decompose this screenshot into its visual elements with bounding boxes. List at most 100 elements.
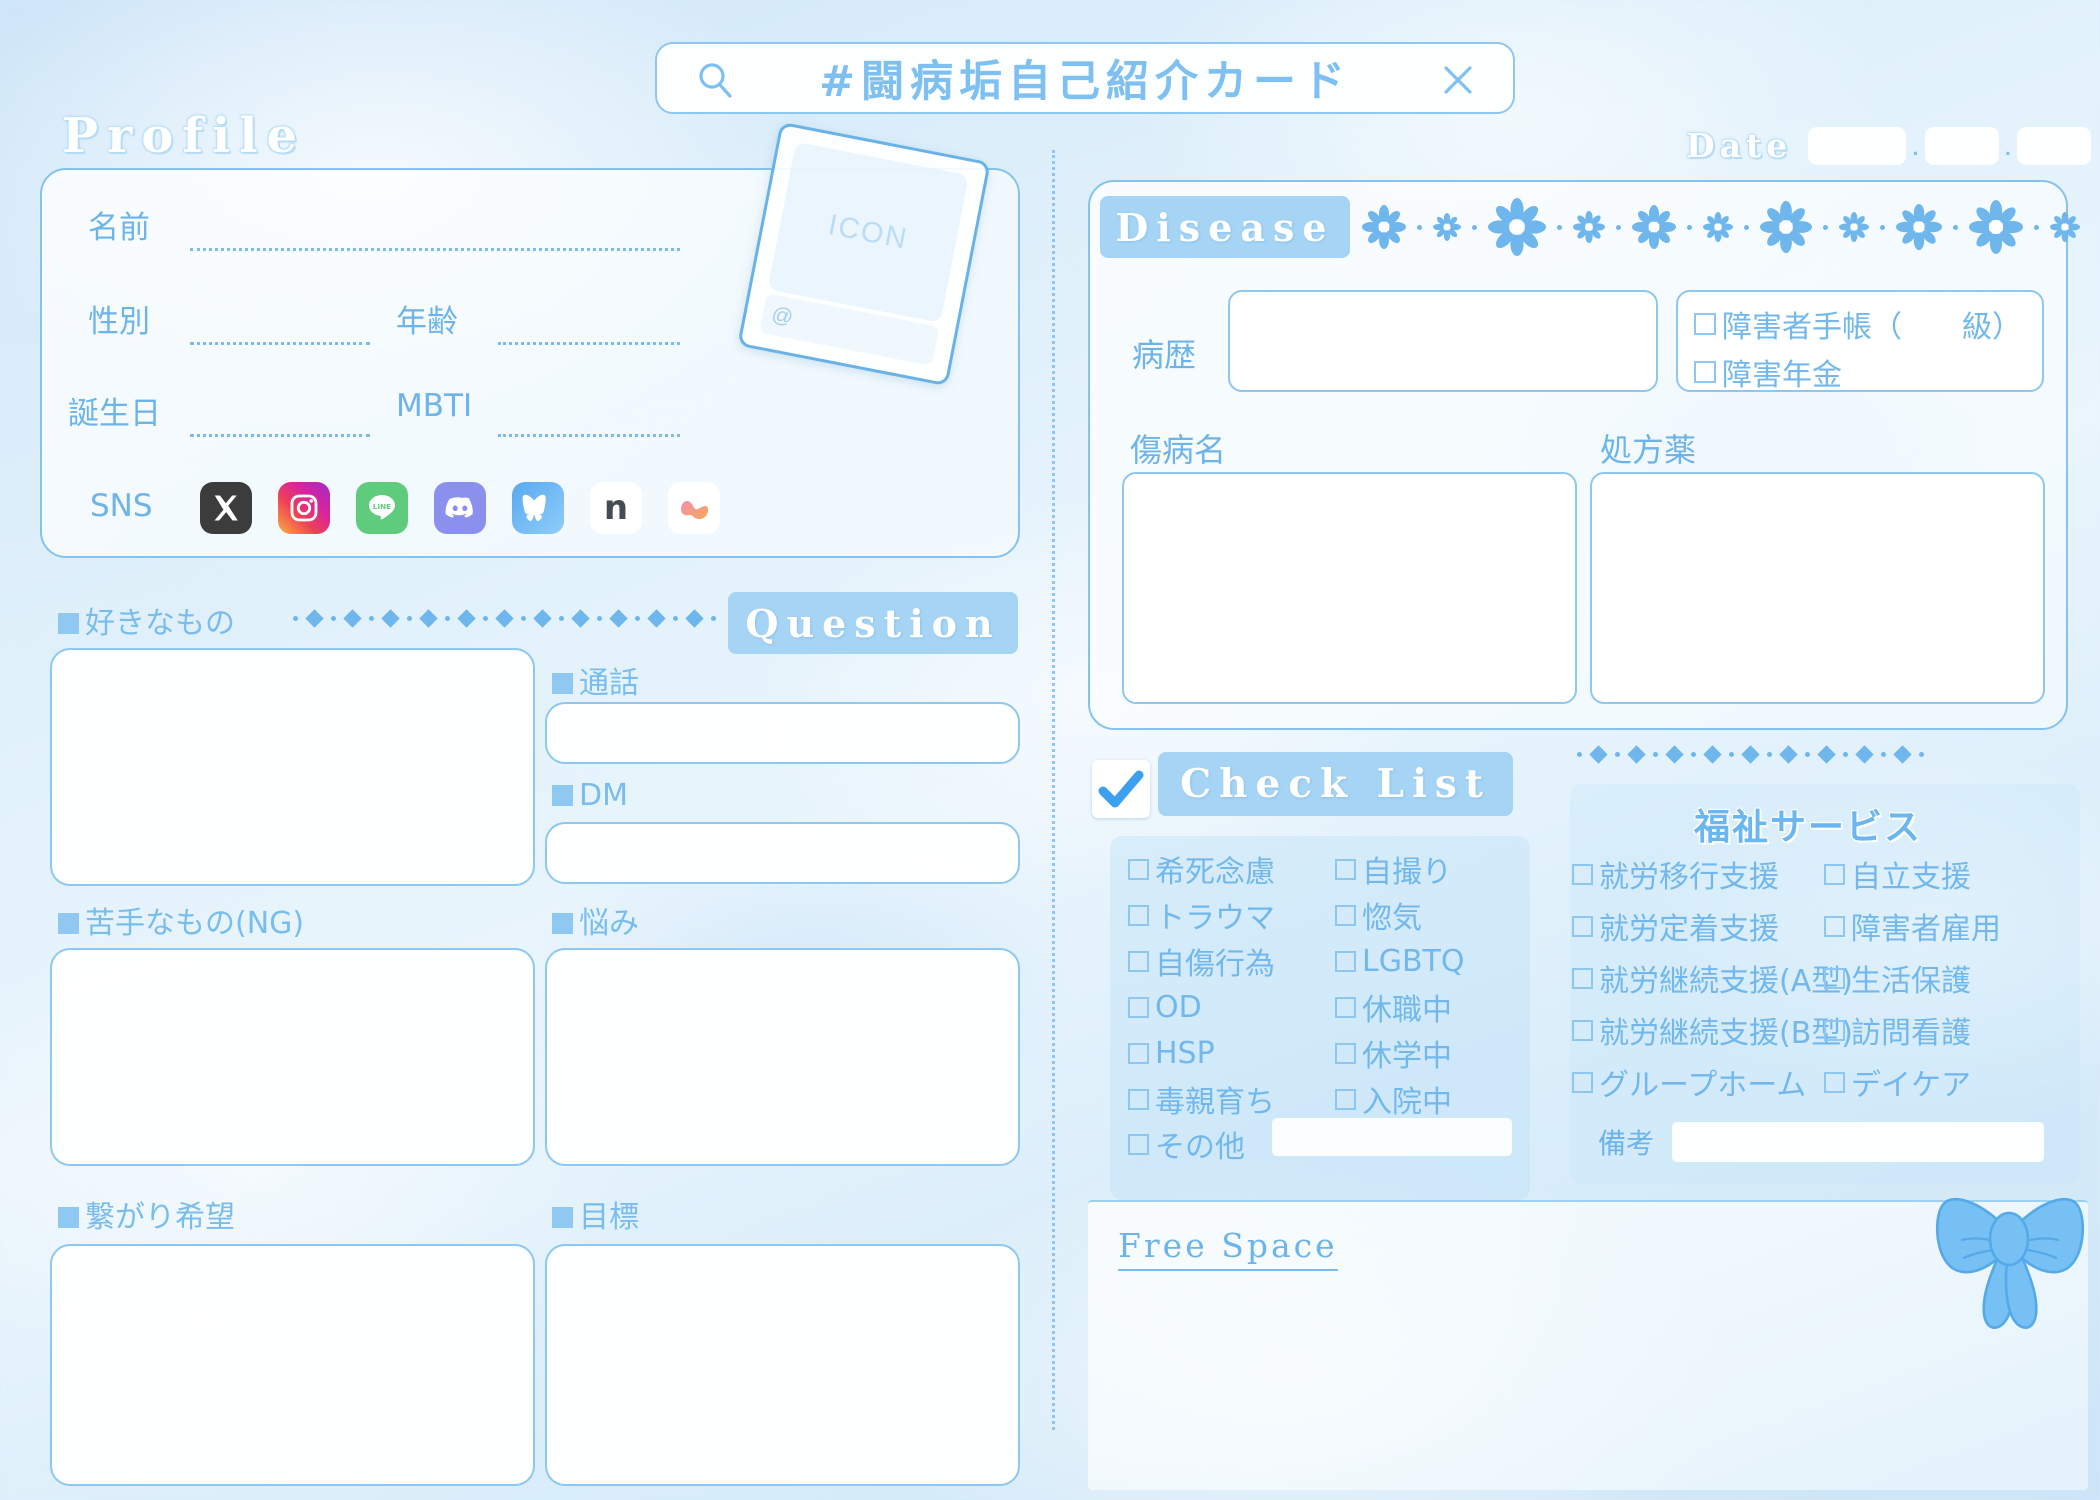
date-separator-2: . [2003,128,2012,162]
date-month-input[interactable] [1924,126,1999,165]
disease-history-input[interactable] [1228,290,1658,392]
checkbox-box[interactable] [1824,1019,1845,1041]
bluesky-icon[interactable] [512,482,564,534]
checklist-item[interactable]: LGBTQ [1335,938,1464,984]
question-input-call[interactable] [545,702,1020,764]
checkbox-box[interactable] [1335,1088,1356,1110]
dislikes-input[interactable] [50,948,535,1166]
date-day-input[interactable] [2016,126,2091,165]
checklist-item[interactable]: 休職中 [1335,984,1464,1030]
question-heading-call: 通話 [552,658,639,702]
checklist-item[interactable]: OD [1128,984,1275,1030]
welfare-label: グループホーム [1599,1068,1807,1103]
likes-heading: 好きなもの [58,598,235,642]
search-bar[interactable]: #闘病垢自己紹介カード [655,42,1515,114]
checkbox-box[interactable] [1572,967,1593,989]
checkbox-box[interactable] [1572,1071,1593,1093]
checklist-item[interactable]: 毒親育ち [1128,1076,1275,1122]
welfare-item[interactable]: 就労移行支援 [1572,848,1853,900]
medicine-input[interactable] [1590,472,2045,704]
column-divider [1052,150,1055,1430]
close-icon[interactable] [1441,63,1475,97]
checkbox-box[interactable] [1572,915,1593,937]
note-icon[interactable]: n [590,482,642,534]
checklist-item-other[interactable]: その他 [1128,1122,1245,1166]
x-twitter-icon[interactable] [200,482,252,534]
checklist-item[interactable]: 休学中 [1335,1030,1464,1076]
profile-input-age[interactable] [498,342,680,345]
profile-input-name[interactable] [190,248,680,251]
icon-polaroid-card[interactable]: ICON @ [737,121,991,387]
checkbox-box[interactable] [1694,361,1716,383]
profile-label-name: 名前 [88,210,150,246]
checkbox-box[interactable] [1694,313,1716,335]
checkbox-box[interactable] [1824,863,1845,885]
profile-input-gender[interactable] [190,342,370,345]
checklist-item[interactable]: 惚気 [1335,892,1464,938]
welfare-label: 就労移行支援 [1599,860,1779,895]
instagram-icon[interactable] [278,482,330,534]
welfare-item[interactable]: 就労継続支援(A型) [1572,952,1853,1004]
checklist-item[interactable]: 入院中 [1335,1076,1464,1122]
dislikes-heading: 苦手なもの(NG) [58,898,304,942]
checkbox-disability-certificate[interactable]: 障害者手帳（ 級） [1694,302,2022,346]
welfare-item[interactable]: 障害者雇用 [1824,900,2001,952]
checkbox-box[interactable] [1128,950,1149,972]
welfare-col-left: 就労移行支援 就労定着支援 就労継続支援(A型) 就労継続支援(B型) グループ… [1572,848,1853,1108]
checkbox-box[interactable] [1335,858,1356,880]
checkbox-box[interactable] [1824,1071,1845,1093]
checklist-item[interactable]: 自撮り [1335,846,1464,892]
welfare-item[interactable]: 訪問看護 [1824,1004,2001,1056]
connect-input[interactable] [50,1244,535,1486]
profile-input-birthday[interactable] [190,434,370,437]
welfare-label: 就労定着支援 [1599,912,1779,947]
welfare-item[interactable]: デイケア [1824,1056,2001,1108]
checkbox-box[interactable] [1335,904,1356,926]
icon-placeholder[interactable]: ICON [767,141,969,323]
search-icon[interactable] [695,60,735,100]
checkbox-box[interactable] [1824,915,1845,937]
checklist-item[interactable]: HSP [1128,1030,1275,1076]
medicine-label: 処方薬 [1600,431,1697,469]
checklist-label: 休職中 [1362,993,1452,1028]
checkbox-box[interactable] [1128,1042,1149,1064]
checkbox-box[interactable] [1572,1019,1593,1041]
profile-input-mbti[interactable] [498,434,680,437]
illness-input[interactable] [1122,472,1577,704]
date-year-input[interactable] [1808,126,1907,165]
ribbon-bow-icon [1912,1148,2100,1338]
checklist-item[interactable]: 自傷行為 [1128,938,1275,984]
checkbox-box[interactable] [1128,904,1149,926]
checkbox-box[interactable] [1128,1133,1149,1155]
welfare-item[interactable]: 就労継続支援(B型) [1572,1004,1853,1056]
date-label: Date [1686,126,1793,165]
welfare-item[interactable]: 生活保護 [1824,952,2001,1004]
line-icon[interactable]: LINE [356,482,408,534]
welfare-item[interactable]: 自立支援 [1824,848,2001,900]
checkbox-box[interactable] [1335,996,1356,1018]
question-input-goal[interactable] [545,1244,1020,1486]
question-input-dm[interactable] [545,822,1020,884]
discord-icon[interactable] [434,482,486,534]
checkbox-box[interactable] [1572,863,1593,885]
checkbox-box[interactable] [1335,1042,1356,1064]
checkbox-disability-pension[interactable]: 障害年金 [1694,350,1842,394]
checklist-label: LGBTQ [1362,943,1465,979]
checkbox-box[interactable] [1335,950,1356,972]
checkbox-box[interactable] [1824,967,1845,989]
sns-label: SNS [90,488,153,524]
welfare-item[interactable]: グループホーム [1572,1056,1853,1108]
card-title: #闘病垢自己紹介カード [818,57,1352,107]
date-field: Date . . [1686,126,2091,165]
checkbox-box[interactable] [1128,996,1149,1018]
checkbox-box[interactable] [1128,858,1149,880]
checklist-item[interactable]: 希死念慮 [1128,846,1275,892]
checkbox-box[interactable] [1128,1088,1149,1110]
likes-input[interactable] [50,648,535,886]
welfare-item[interactable]: 就労定着支援 [1572,900,1853,952]
checklist-item[interactable]: トラウマ [1128,892,1275,938]
checklist-other-input[interactable] [1272,1118,1512,1156]
mixi-icon[interactable] [668,482,720,534]
question-input-worry[interactable] [545,948,1020,1166]
checklist-col-left: 希死念慮 トラウマ 自傷行為 OD HSP 毒親育ち [1128,846,1275,1122]
